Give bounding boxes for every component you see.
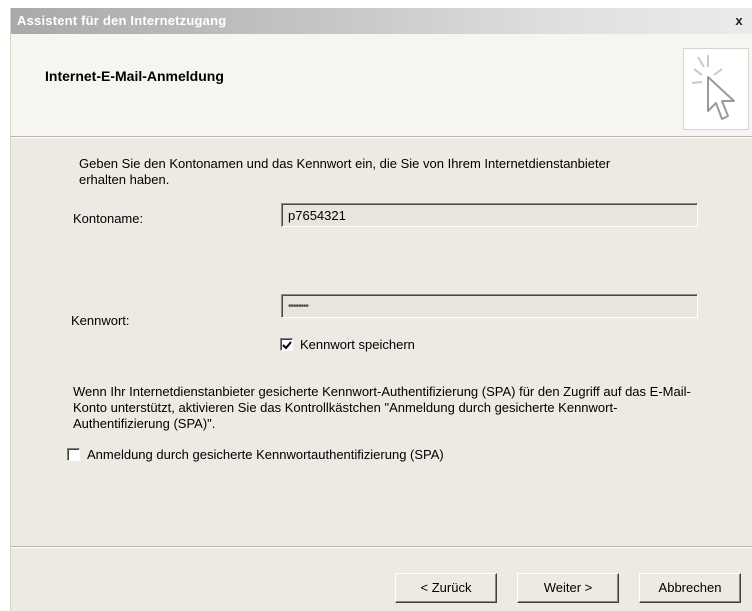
back-button[interactable]: < Zurück [395,573,497,603]
footer-divider [11,546,752,548]
title-bar: Assistent für den Internetzugang x [11,8,752,34]
wizard-cursor-icon [683,48,749,130]
wizard-header: Internet-E-Mail-Anmeldung [11,34,752,136]
next-button[interactable]: Weiter > [517,573,619,603]
save-password-checkbox[interactable] [280,338,293,351]
close-button[interactable]: x [731,13,747,28]
spa-checkbox-label[interactable]: Anmeldung durch gesicherte Kennwortauthe… [87,447,444,462]
account-name-label: Kontoname: [73,211,144,226]
checkmark-icon [282,341,292,350]
account-name-field[interactable]: p7654321 [281,203,698,227]
spa-checkbox[interactable] [67,448,80,461]
intro-text: Geben Sie den Kontonamen und das Kennwor… [79,156,611,187]
save-password-label[interactable]: Kennwort speichern [300,337,415,352]
spa-description: Wenn Ihr Internetdienstanbieter gesicher… [73,384,691,431]
cancel-button[interactable]: Abbrechen [639,573,741,603]
password-label: Kennwort: [71,313,130,328]
password-field[interactable]: •••••••• [281,294,698,318]
header-divider [11,136,752,138]
page-title: Internet-E-Mail-Anmeldung [45,68,224,84]
window-title: Assistent für den Internetzugang [17,13,227,28]
wizard-window: Assistent für den Internetzugang x Inter… [10,8,752,611]
